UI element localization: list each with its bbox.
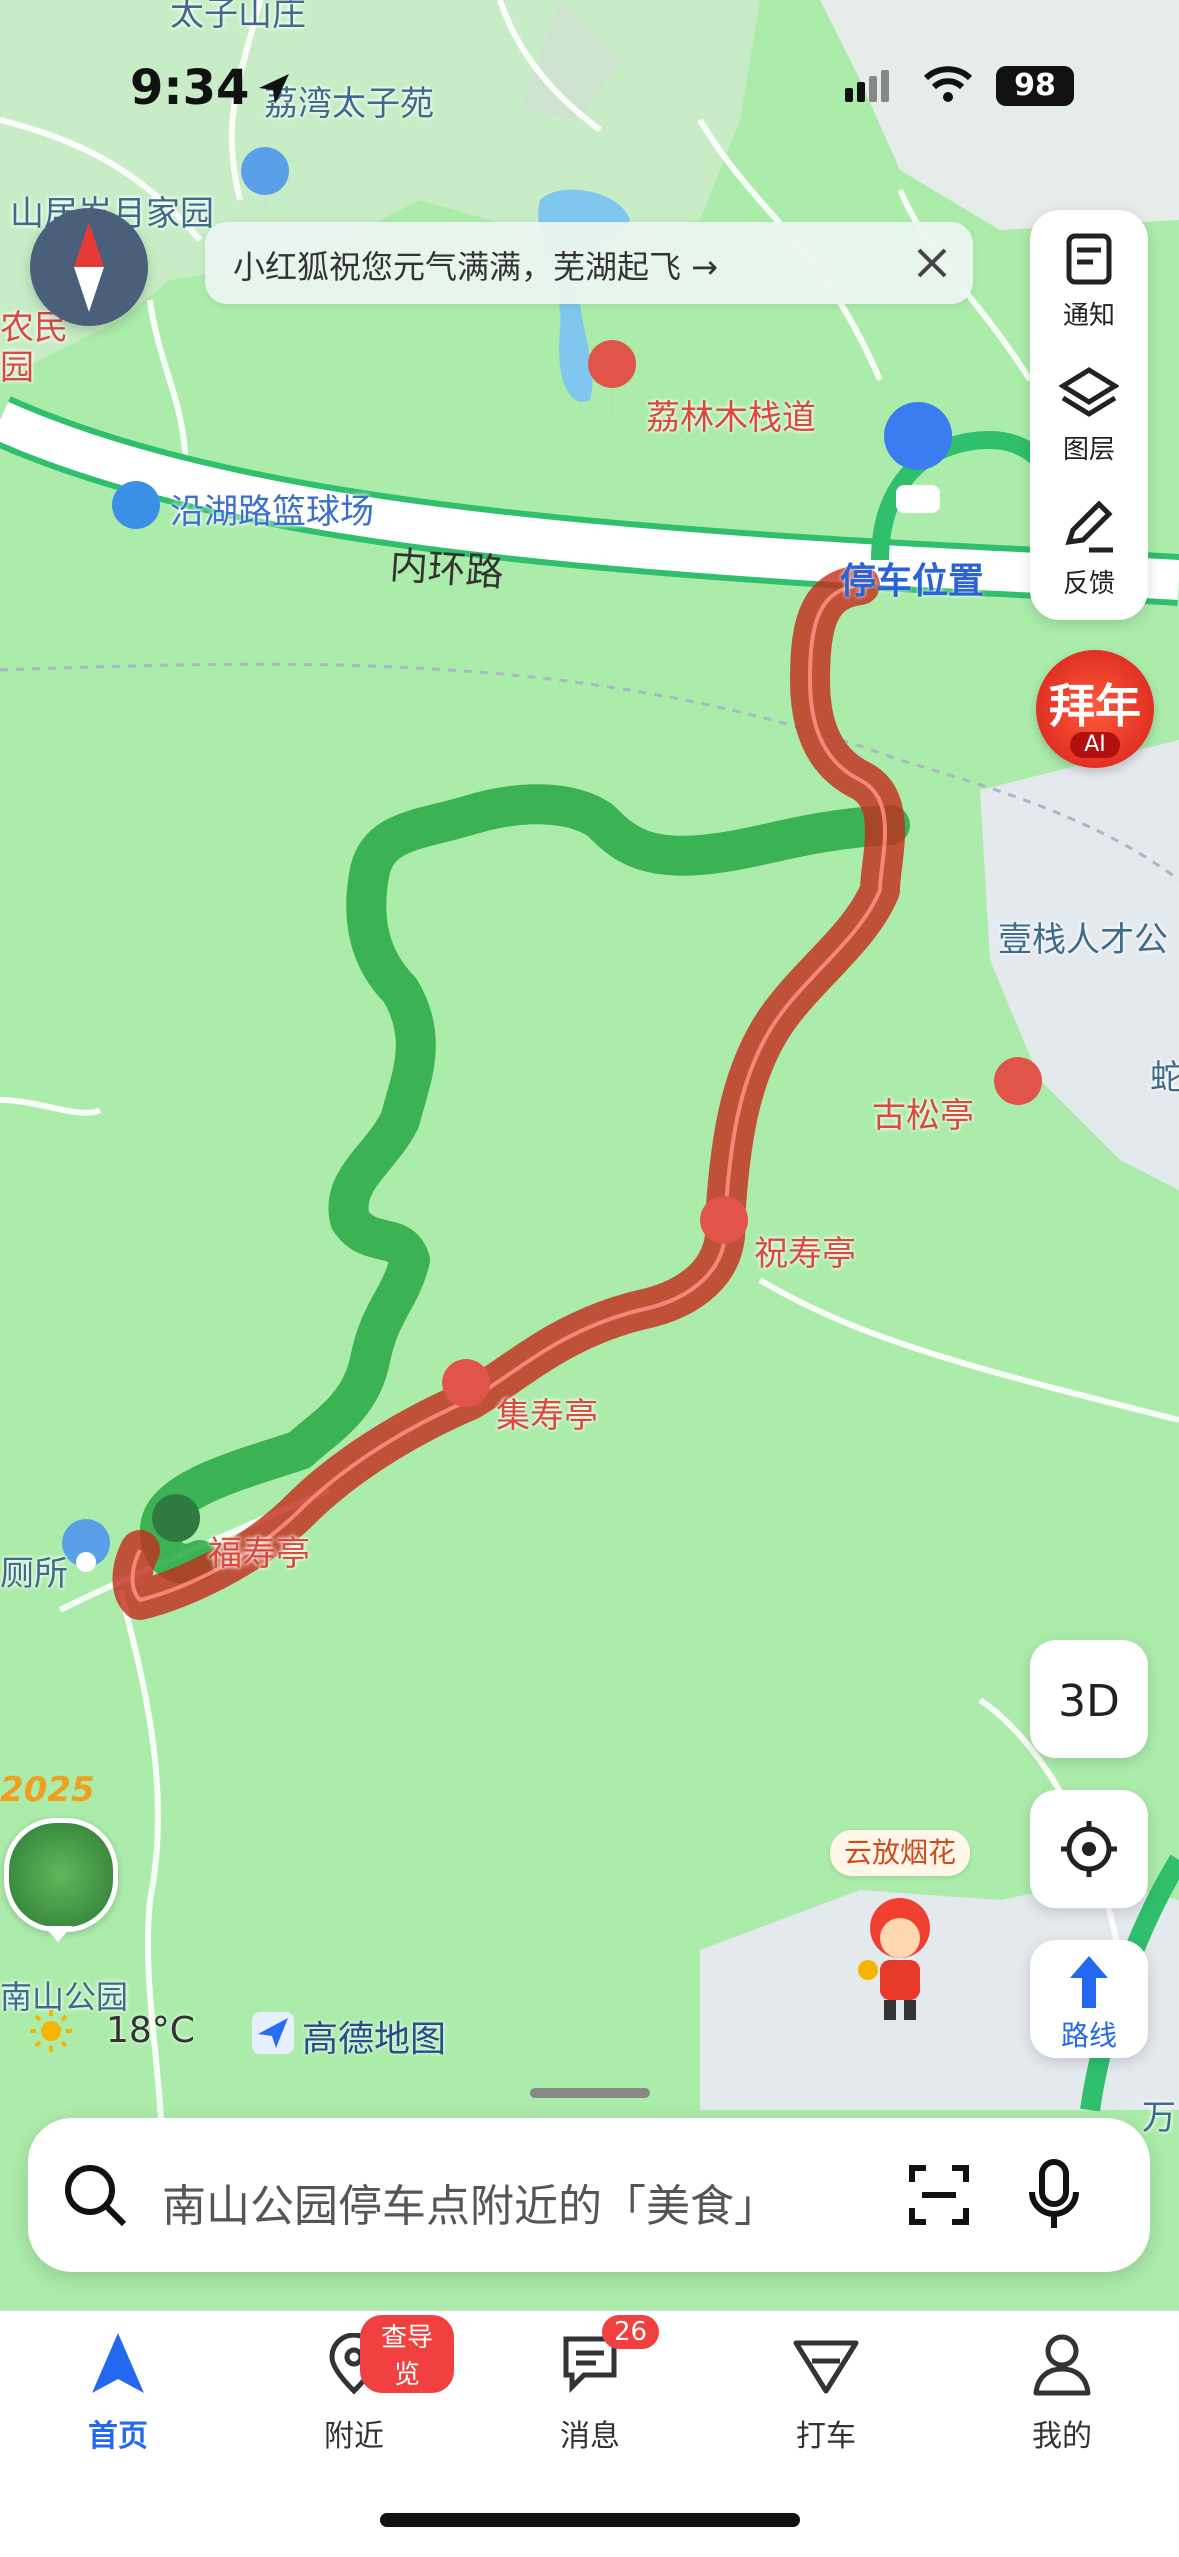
weather-temp: 18°C bbox=[106, 2010, 195, 2051]
pin-tail-icon bbox=[44, 1926, 72, 1942]
promo-sub: AI bbox=[1070, 732, 1120, 758]
poi-label-gusong[interactable]: 古松亭 bbox=[872, 1088, 974, 1137]
poi-label-jishou[interactable]: 集寿亭 bbox=[496, 1388, 598, 1437]
poi-label-zhushou[interactable]: 祝寿亭 bbox=[754, 1226, 856, 1275]
tab-label: 我的 bbox=[1032, 2419, 1092, 2454]
brand-label: 高德地图 bbox=[302, 2019, 447, 2060]
tab-label: 附近 bbox=[324, 2419, 384, 2454]
compass-button[interactable] bbox=[30, 208, 148, 326]
navigation-arrow-icon bbox=[92, 2333, 144, 2393]
tab-messages[interactable]: 消息 26 bbox=[490, 2311, 690, 2511]
3d-toggle-button[interactable]: 3D bbox=[1030, 1640, 1148, 1758]
map-label: 园 bbox=[0, 348, 34, 388]
map-label: 厕所 bbox=[0, 1554, 68, 1594]
place-card[interactable]: 2025 bbox=[0, 1770, 120, 1950]
tab-badge: 26 bbox=[602, 2315, 660, 2349]
search-bar[interactable]: 南山公园停车点附近的「美食」 bbox=[28, 2118, 1150, 2272]
tab-home[interactable]: 首页 bbox=[18, 2311, 218, 2511]
location-arrow-icon bbox=[259, 74, 289, 104]
drag-handle[interactable] bbox=[530, 2088, 650, 2098]
close-icon[interactable] bbox=[915, 246, 949, 280]
tab-label: 消息 bbox=[560, 2419, 620, 2454]
route-arrow-icon bbox=[1070, 1956, 1108, 2008]
microphone-icon[interactable] bbox=[1026, 2158, 1082, 2232]
map-label: 蛇 bbox=[1150, 1058, 1179, 1098]
wifi-icon bbox=[923, 66, 973, 102]
announcement-banner[interactable]: 小红狐祝您元气满满，芜湖起飞 → bbox=[205, 222, 973, 304]
new-year-ai-button[interactable]: 拜年 AI bbox=[1036, 650, 1154, 768]
tab-label: 首页 bbox=[88, 2419, 148, 2454]
home-indicator bbox=[380, 2513, 800, 2527]
scan-icon[interactable] bbox=[906, 2162, 972, 2228]
notification-icon bbox=[1066, 233, 1112, 285]
tab-badge: 查导览 bbox=[360, 2315, 454, 2393]
promo-title: 拜年 bbox=[1049, 679, 1141, 733]
place-thumbnail bbox=[4, 1818, 118, 1932]
tab-taxi[interactable]: 打车 bbox=[726, 2311, 926, 2511]
amap-logo-icon bbox=[252, 2012, 294, 2054]
feedback-label: 反馈 bbox=[1062, 569, 1115, 599]
search-input[interactable]: 南山公园停车点附近的「美食」 bbox=[162, 2170, 778, 2234]
route-label: 路线 bbox=[1060, 2019, 1117, 2052]
battery-indicator: 98 bbox=[996, 66, 1074, 106]
route-button[interactable]: 路线 bbox=[1030, 1940, 1148, 2058]
search-icon bbox=[65, 2165, 127, 2227]
sun-icon bbox=[30, 2010, 72, 2052]
3d-label: 3D bbox=[1058, 1676, 1120, 1727]
notify-label: 通知 bbox=[1062, 301, 1115, 331]
layers-button[interactable]: 图层 bbox=[1030, 362, 1148, 466]
map-label: 万 bbox=[1142, 2098, 1176, 2138]
crosshair-icon bbox=[1061, 1821, 1117, 1877]
poi-label-fushou[interactable]: 福寿亭 bbox=[208, 1526, 310, 1575]
user-icon bbox=[1033, 2334, 1091, 2396]
banner-text: 小红狐祝您元气满满，芜湖起飞 → bbox=[233, 248, 718, 286]
tab-profile[interactable]: 我的 bbox=[962, 2311, 1162, 2511]
edit-icon bbox=[1065, 500, 1113, 553]
fireworks-bubble[interactable]: 云放烟花 bbox=[830, 1830, 971, 1876]
road-label: 内环路 bbox=[388, 543, 506, 595]
tab-nearby[interactable]: 附近 查导览 bbox=[254, 2311, 454, 2511]
layers-icon bbox=[1058, 367, 1120, 417]
map-tools-panel: 通知 图层 反馈 bbox=[1030, 210, 1148, 620]
year-logo: 2025 bbox=[0, 1770, 95, 1810]
map-label: 太子山庄 bbox=[170, 0, 306, 34]
map-label: 壹栈人才公 bbox=[998, 920, 1168, 960]
map-canvas[interactable] bbox=[0, 0, 1179, 2310]
taxi-icon bbox=[793, 2340, 859, 2394]
layers-label: 图层 bbox=[1062, 435, 1115, 465]
locate-button[interactable] bbox=[1030, 1790, 1148, 1908]
feedback-button[interactable]: 反馈 bbox=[1030, 496, 1148, 600]
poi-label-lilin[interactable]: 荔林木栈道 bbox=[646, 390, 816, 439]
status-time: 9:34 bbox=[130, 60, 250, 116]
notify-button[interactable]: 通知 bbox=[1030, 228, 1148, 332]
poi-label-basketball[interactable]: 沿湖路篮球场 bbox=[170, 484, 374, 533]
mascot-icon[interactable] bbox=[850, 1890, 950, 2030]
bottom-tab-bar: 首页 附近 查导览 消息 26 打车 我的 bbox=[0, 2310, 1179, 2557]
parking-label[interactable]: 停车位置 bbox=[840, 552, 984, 604]
tab-label: 打车 bbox=[796, 2419, 856, 2454]
compass-icon bbox=[74, 222, 104, 312]
